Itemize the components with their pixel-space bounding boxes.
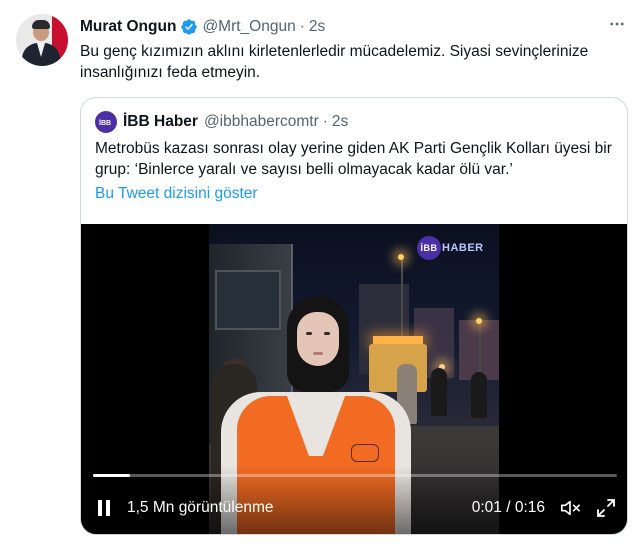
video-timer: 0:01 / 0:16 [472,499,545,517]
svg-text:İBB: İBB [99,119,111,127]
bus-window [215,270,281,330]
separator-dot: · [299,18,305,35]
tweet-header: Murat Ongun @Mrt_Ongun · 2s [80,16,624,38]
current-time: 0:01 [471,499,502,516]
ibb-haber-watermark: İBB HABER [417,236,484,260]
show-thread-link[interactable]: Bu Tweet dizisini göster [95,185,258,203]
video-controls: 1,5 Mn görüntülenme 0:01 / 0:16 [93,492,617,524]
volume-mute-icon[interactable] [559,497,581,519]
tweet-time[interactable]: 2s [309,18,325,36]
watermark-text: HABER [442,242,484,254]
person-face [297,312,339,366]
background-person [431,368,447,416]
duration: 0:16 [514,499,545,516]
tweet-text: Bu genç kızımızın aklını kirletenlerledi… [80,43,589,81]
pause-icon[interactable] [93,497,115,519]
street-light [476,318,482,324]
quoted-author-name[interactable]: İBB Haber [123,113,198,131]
watermark-badge: İBB [417,236,441,260]
fullscreen-icon[interactable] [595,497,617,519]
author-name[interactable]: Murat Ongun [80,18,176,36]
video-player[interactable]: İBB HABER 1,5 Mn görüntülenme 0:01 / 0:1… [81,224,627,534]
video-progress-fill [93,474,130,477]
person-eye [306,332,312,335]
avatar-hair [32,20,50,29]
view-count: 1,5 Mn görüntülenme [127,499,274,516]
verified-badge-icon [180,18,198,36]
quoted-tweet-text: Metrobüs kazası sonrası olay yerine gide… [95,140,612,178]
quoted-tweet-time[interactable]: 2s [332,113,348,131]
avatar[interactable] [16,14,68,66]
author-handle[interactable]: @Mrt_Ongun [202,18,295,36]
vest-logo [351,444,379,462]
person-mouth [313,352,323,355]
street-light [398,254,404,260]
quoted-tweet[interactable]: İBB İBB Haber @ibbhabercomtr · 2s Metrob… [80,97,628,535]
tweet[interactable]: Murat Ongun @Mrt_Ongun · 2s Bu genç kızı… [0,0,640,548]
quoted-author-handle[interactable]: @ibbhabercomtr [204,113,319,131]
background-person [471,372,487,418]
video-progress-bar[interactable] [93,474,617,477]
person-eye [324,332,330,335]
more-horizontal-icon[interactable] [606,14,628,34]
time-separator: / [506,499,511,516]
ibb-logo-icon[interactable]: İBB [95,111,117,133]
separator-dot: · [322,113,328,130]
quoted-tweet-header: İBB İBB Haber @ibbhabercomtr · 2s [95,111,348,133]
